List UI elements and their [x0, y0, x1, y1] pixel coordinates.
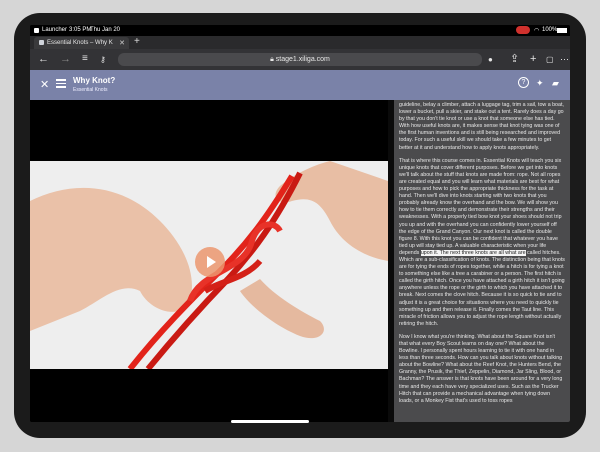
- browser-toolbar: ← → ≡ ⚷ 🔒︎ stage1.xiliga.com ● ⇪ + ▢ ⋯: [30, 49, 570, 70]
- url-text: stage1.xiliga.com: [275, 56, 330, 63]
- status-bar: Launcher 3:05 PM Thu Jan 20 ◠ 100%: [30, 25, 570, 36]
- browser-tab-bar: Essential Knots – Why K ✕ +: [30, 36, 570, 49]
- recording-indicator[interactable]: [516, 26, 530, 34]
- key-icon[interactable]: ⚷: [100, 54, 106, 66]
- menu-icon[interactable]: [56, 77, 66, 88]
- tab-close-icon[interactable]: ✕: [119, 39, 125, 47]
- screen: Launcher 3:05 PM Thu Jan 20 ◠ 100% Essen…: [30, 25, 570, 422]
- wifi-icon: ◠: [534, 28, 540, 34]
- favicon-icon: [39, 40, 44, 45]
- forward-icon[interactable]: →: [60, 53, 71, 65]
- date: Thu Jan 20: [90, 27, 121, 33]
- transcript-highlight: upon it. The next three knots are all wh…: [420, 249, 526, 256]
- close-icon[interactable]: ✕: [40, 78, 49, 91]
- transcript-paragraph: guideline, belay a climber, attach a lug…: [399, 102, 564, 151]
- page-title: Why Knot?: [73, 76, 116, 85]
- video-frame: [30, 161, 388, 369]
- home-indicator[interactable]: [231, 420, 309, 423]
- right-hand: [275, 161, 388, 261]
- back-icon[interactable]: ←: [38, 53, 49, 65]
- left-hand: [30, 187, 192, 331]
- clock: 3:05 PM: [69, 27, 92, 33]
- new-tab-icon[interactable]: +: [134, 36, 140, 47]
- address-bar[interactable]: 🔒︎ stage1.xiliga.com: [118, 53, 482, 66]
- microphone-icon[interactable]: ●: [488, 54, 493, 66]
- transcript-panel[interactable]: guideline, belay a climber, attach a lug…: [394, 100, 570, 422]
- accessibility-icon[interactable]: ✦: [536, 78, 544, 89]
- right-fingers: [240, 279, 324, 339]
- launcher-icon: [34, 28, 39, 33]
- page-subtitle: Essential Knots: [73, 87, 108, 93]
- more-icon[interactable]: ⋯: [560, 53, 569, 65]
- chat-icon[interactable]: ▰: [552, 78, 559, 89]
- battery-percent: 100%: [542, 27, 558, 33]
- app-header: ✕ Why Knot? Essential Knots ? ✦ ▰: [30, 70, 570, 100]
- reader-icon[interactable]: ≡: [82, 53, 88, 65]
- battery-icon: [557, 28, 567, 33]
- lock-icon: 🔒︎: [270, 56, 274, 63]
- tab-title: Essential Knots – Why K: [47, 40, 113, 46]
- help-icon[interactable]: ?: [518, 77, 529, 88]
- transcript-paragraph: That is where this course comes in. Esse…: [399, 158, 565, 328]
- tabs-icon[interactable]: ▢: [546, 54, 554, 66]
- transcript-paragraph: Now I know what you're thinking. What ab…: [399, 333, 563, 404]
- transcript-text: called hitches. Which are a sub-classifi…: [399, 249, 565, 327]
- browser-tab[interactable]: Essential Knots – Why K ✕: [34, 37, 129, 49]
- play-icon[interactable]: [195, 247, 225, 277]
- share-icon[interactable]: ⇪: [510, 53, 519, 65]
- video-player[interactable]: [30, 100, 388, 422]
- launcher-label: Launcher: [42, 27, 68, 33]
- add-icon[interactable]: +: [530, 53, 536, 65]
- transcript-text: That is where this course comes in. Esse…: [399, 157, 562, 256]
